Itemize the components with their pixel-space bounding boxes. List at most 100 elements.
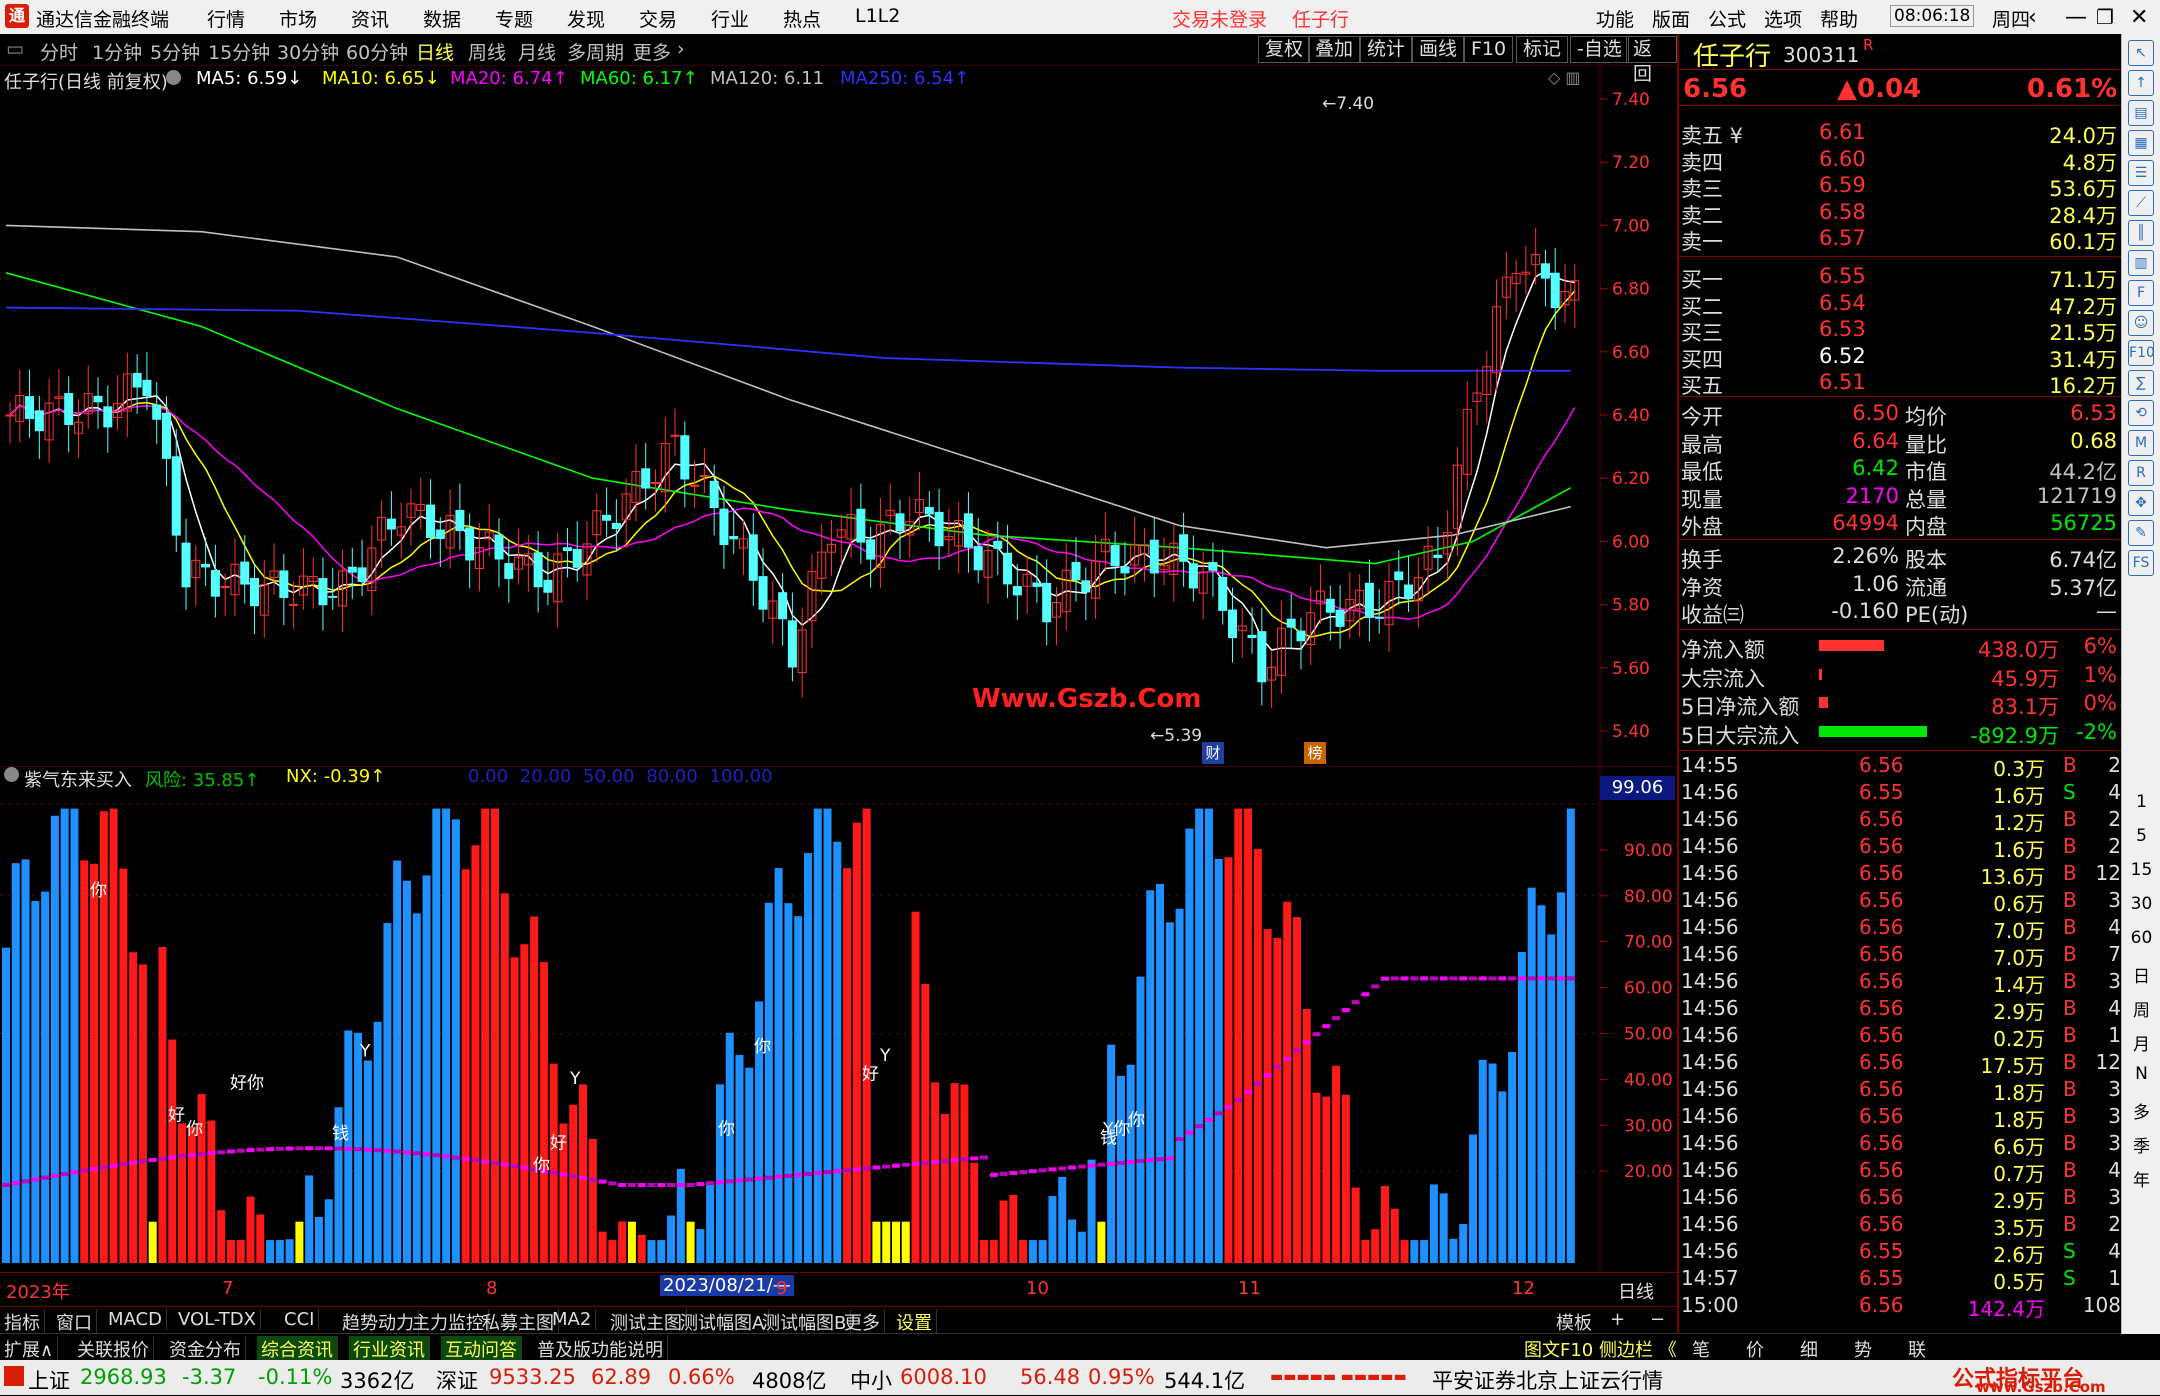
menu-l1l2[interactable]: L1L2 [855, 5, 900, 27]
quote-tab-3[interactable]: 势 [1854, 1336, 1872, 1362]
menu-market[interactable]: 市场 [279, 5, 317, 32]
period-60min[interactable]: 60分钟 [346, 38, 408, 65]
menu-topic[interactable]: 专题 [495, 5, 533, 32]
indicator-chart[interactable]: 你好你好你钱 Y 你你好 Y 你好钱 Y Y你你 90.00 80.00 70.00 60.00 5… [0, 765, 1677, 1272]
finance-badge[interactable]: 财 [1202, 742, 1224, 764]
ext-tab-3[interactable]: 综合资讯 [257, 1336, 338, 1362]
period-shortcut-5[interactable]: 5 [2122, 826, 2160, 846]
stats-button[interactable]: 统计 [1360, 36, 1413, 63]
period-monthly[interactable]: 月线 [518, 38, 556, 65]
menu-industry[interactable]: 行业 [711, 5, 749, 32]
draw-button[interactable]: 画线 [1412, 36, 1465, 63]
indicator-tab-5[interactable]: 趋势动力 [338, 1309, 419, 1335]
menu-data[interactable]: 数据 [423, 5, 461, 32]
doc-icon[interactable]: ▤ [2128, 100, 2154, 126]
fq-button[interactable]: 复权 [1258, 36, 1311, 63]
indicator-tab-4[interactable]: CCI [280, 1309, 320, 1330]
period-shortcut-N[interactable]: N [2122, 1064, 2160, 1084]
move-icon[interactable]: ✥ [2128, 490, 2154, 516]
fin-icon[interactable]: F [2128, 280, 2154, 306]
restore-icon[interactable]: ❐ [2096, 5, 2114, 29]
period-shortcut-日[interactable]: 日 [2122, 962, 2160, 987]
close-icon[interactable]: ✕ [2130, 5, 2148, 30]
table-icon[interactable]: ▥ [2128, 250, 2154, 276]
overlay-button[interactable]: 叠加 [1308, 36, 1361, 63]
indicator-tab-12[interactable]: 更多 [840, 1309, 885, 1335]
quote-tab-4[interactable]: 联 [1908, 1336, 1926, 1362]
period-5min[interactable]: 5分钟 [150, 38, 200, 65]
indicator-tab-9[interactable]: 测试主图 [606, 1309, 687, 1335]
ext-tab-1[interactable]: 关联报价 [73, 1336, 154, 1362]
macd-icon[interactable]: M [2128, 430, 2154, 456]
ext-tab-0[interactable]: 扩展∧ [0, 1336, 59, 1362]
menu-discover[interactable]: 发现 [567, 5, 605, 32]
template-button[interactable]: 模板 [1556, 1309, 1592, 1335]
zx-label[interactable]: 中小 [850, 1365, 892, 1395]
expand-icon[interactable]: ◇ ▥ [1548, 68, 1581, 87]
sidebar-toggle[interactable]: 图文F10 侧边栏 《 [1524, 1336, 1677, 1362]
menu-help[interactable]: 帮助 [1820, 5, 1858, 32]
chart-icon[interactable]: ⟋ [2128, 190, 2154, 216]
indicator-tab-10[interactable]: 测试幅图A [676, 1309, 770, 1335]
indicator-tab-6[interactable]: 主力监控 [408, 1309, 489, 1335]
kline-svg[interactable]: 7.40 7.20 7.00 6.80 6.60 6.40 6.20 6.00 5.80 5.60… [0, 66, 1677, 765]
menu-quote[interactable]: 行情 [207, 5, 245, 32]
quote-tab-1[interactable]: 价 [1746, 1336, 1764, 1362]
indicator-svg[interactable]: 你好你好你钱Y你你好Y你好钱YY你你 90.0080.0070.0060.005… [0, 765, 1677, 1272]
period-intraday[interactable]: 分时 [40, 38, 78, 65]
minimize-icon[interactable]: — [2065, 5, 2087, 30]
sh-label[interactable]: 上证 [28, 1365, 70, 1395]
return-button[interactable]: 返回 [1626, 36, 1677, 85]
fs-icon[interactable]: FS [2128, 550, 2154, 576]
watchlist-button[interactable]: -自选 [1570, 36, 1629, 63]
period-daily[interactable]: 日线 [416, 38, 454, 65]
chart-menu-icon[interactable] [166, 70, 181, 85]
menu-function[interactable]: 功能 [1596, 5, 1634, 32]
indicator-tab-13[interactable]: 设置 [892, 1309, 937, 1335]
indicator-tab-3[interactable]: VOL-TDX [174, 1309, 261, 1330]
toolbar-left-icon[interactable]: ▭ [6, 38, 24, 60]
period-shortcut-月[interactable]: 月 [2122, 1030, 2160, 1055]
f10-button[interactable]: F10 [1464, 36, 1514, 63]
menu-options[interactable]: 选项 [1764, 5, 1802, 32]
kline-chart[interactable]: 7.40 7.20 7.00 6.80 6.60 6.40 6.20 6.00 5.80 5.60… [0, 66, 1677, 765]
arrow-up-icon[interactable]: ↖ [2128, 40, 2154, 66]
period-15min[interactable]: 15分钟 [208, 38, 270, 65]
period-30min[interactable]: 30分钟 [277, 38, 339, 65]
refresh-icon[interactable]: ⟲ [2128, 400, 2154, 426]
f10-icon[interactable]: F10 [2128, 340, 2155, 366]
period-shortcut-周[interactable]: 周 [2122, 996, 2160, 1021]
period-1min[interactable]: 1分钟 [92, 38, 142, 65]
menu-formula[interactable]: 公式 [1708, 5, 1746, 32]
indicator-tab-8[interactable]: MA2 [548, 1309, 597, 1330]
menu-hot[interactable]: 热点 [783, 5, 821, 32]
ext-tab-5[interactable]: 互动问答 [441, 1336, 522, 1362]
indicator-tab-7[interactable]: 私募主图 [478, 1309, 559, 1335]
list-icon[interactable]: ☰ [2128, 160, 2154, 186]
quote-tab-0[interactable]: 笔 [1692, 1336, 1710, 1362]
tick-list[interactable]: 14:55 6.56 0.3万 B 2 14:56 6.55 1.6万 S 4 14:56 6.56 1… [1679, 750, 2123, 1321]
login-status[interactable]: 交易未登录 [1172, 5, 1267, 32]
period-weekly[interactable]: 周线 [468, 38, 506, 65]
arrow-left-icon[interactable]: ↑ [2128, 70, 2154, 96]
indicator-tab-1[interactable]: 窗口 [52, 1309, 97, 1335]
period-shortcut-1[interactable]: 1 [2122, 792, 2160, 812]
period-shortcut-30[interactable]: 30 [2122, 894, 2160, 914]
sz-label[interactable]: 深证 [436, 1365, 478, 1395]
period-shortcut-60[interactable]: 60 [2122, 928, 2160, 948]
period-shortcut-多[interactable]: 多 [2122, 1098, 2160, 1123]
period-shortcut-年[interactable]: 年 [2122, 1166, 2160, 1191]
grid-icon[interactable]: ▦ [2128, 130, 2154, 156]
ext-tab-4[interactable]: 行业资讯 [349, 1336, 430, 1362]
indicator-tab-11[interactable]: 测试幅图B [758, 1309, 852, 1335]
mark-button[interactable]: 标记 [1516, 36, 1569, 63]
menu-trade[interactable]: 交易 [639, 5, 677, 32]
person-icon[interactable]: ☺ [2128, 310, 2154, 336]
candle-icon[interactable]: ║ [2128, 220, 2154, 246]
remove-tab-button[interactable]: − [1650, 1309, 1665, 1330]
rank-badge[interactable]: 榜 [1304, 742, 1326, 764]
period-multi[interactable]: 多周期 [567, 38, 624, 65]
period-more[interactable]: 更多 [633, 38, 671, 65]
calc-icon[interactable]: ∑ [2128, 370, 2154, 396]
period-shortcut-季[interactable]: 季 [2122, 1132, 2160, 1157]
